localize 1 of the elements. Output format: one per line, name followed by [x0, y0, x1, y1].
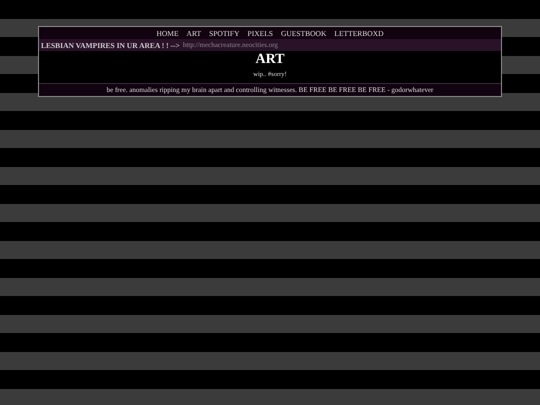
page-title: ART: [254, 51, 286, 68]
